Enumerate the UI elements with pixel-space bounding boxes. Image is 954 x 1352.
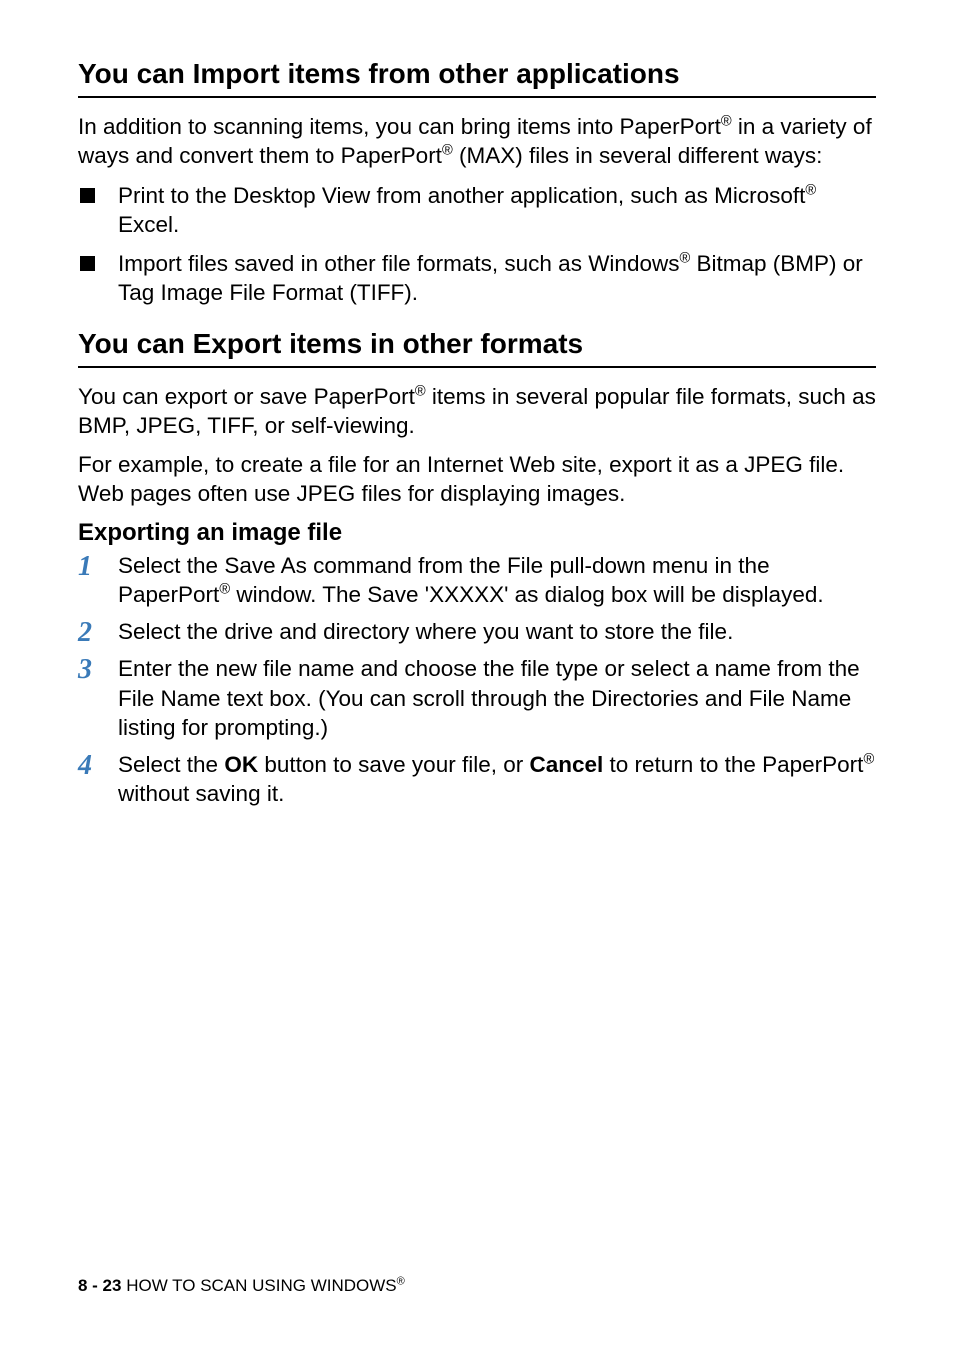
cancel-label: Cancel [529, 752, 603, 777]
registered-mark: ® [721, 114, 732, 130]
registered-mark: ® [397, 1275, 405, 1287]
registered-mark: ® [442, 143, 453, 159]
text: button to save your file, or [258, 752, 529, 777]
text: You can export or save PaperPort [78, 384, 415, 409]
list-item: Select the OK button to save your file, … [78, 750, 876, 809]
list-item: Print to the Desktop View from another a… [78, 181, 876, 240]
text: Import files saved in other file formats… [118, 251, 679, 276]
import-bullets: Print to the Desktop View from another a… [78, 181, 876, 308]
text: Enter the new file name and choose the f… [118, 656, 860, 740]
export-steps: Select the Save As command from the File… [78, 551, 876, 809]
export-para1: You can export or save PaperPort® items … [78, 382, 876, 441]
export-para2: For example, to create a file for an Int… [78, 450, 876, 509]
text: Select the [118, 752, 224, 777]
page-number: 8 - 23 [78, 1276, 121, 1295]
ok-label: OK [224, 752, 258, 777]
text: Excel. [118, 212, 179, 237]
text: window. The Save 'XXXXX' as dialog box w… [230, 582, 824, 607]
heading-export: You can Export items in other formats [78, 328, 876, 368]
registered-mark: ® [219, 581, 230, 597]
registered-mark: ® [679, 251, 690, 267]
registered-mark: ® [415, 383, 426, 399]
list-item: Import files saved in other file formats… [78, 249, 876, 308]
document-page: You can Import items from other applicat… [0, 0, 954, 1352]
page-footer: 8 - 23 HOW TO SCAN USING WINDOWS® [78, 1276, 405, 1296]
text: without saving it. [118, 781, 284, 806]
subheading-exporting: Exporting an image file [78, 519, 876, 547]
list-item: Enter the new file name and choose the f… [78, 654, 876, 742]
list-item: Select the Save As command from the File… [78, 551, 876, 610]
list-item: Select the drive and directory where you… [78, 617, 876, 646]
registered-mark: ® [863, 752, 874, 768]
text: Select the drive and directory where you… [118, 619, 733, 644]
text: Print to the Desktop View from another a… [118, 183, 805, 208]
import-intro: In addition to scanning items, you can b… [78, 112, 876, 171]
text: In addition to scanning items, you can b… [78, 114, 721, 139]
footer-title: HOW TO SCAN USING WINDOWS [121, 1276, 396, 1295]
text: (MAX) files in several different ways: [453, 143, 823, 168]
registered-mark: ® [805, 182, 816, 198]
text: to return to the PaperPort [603, 752, 863, 777]
heading-import: You can Import items from other applicat… [78, 58, 876, 98]
